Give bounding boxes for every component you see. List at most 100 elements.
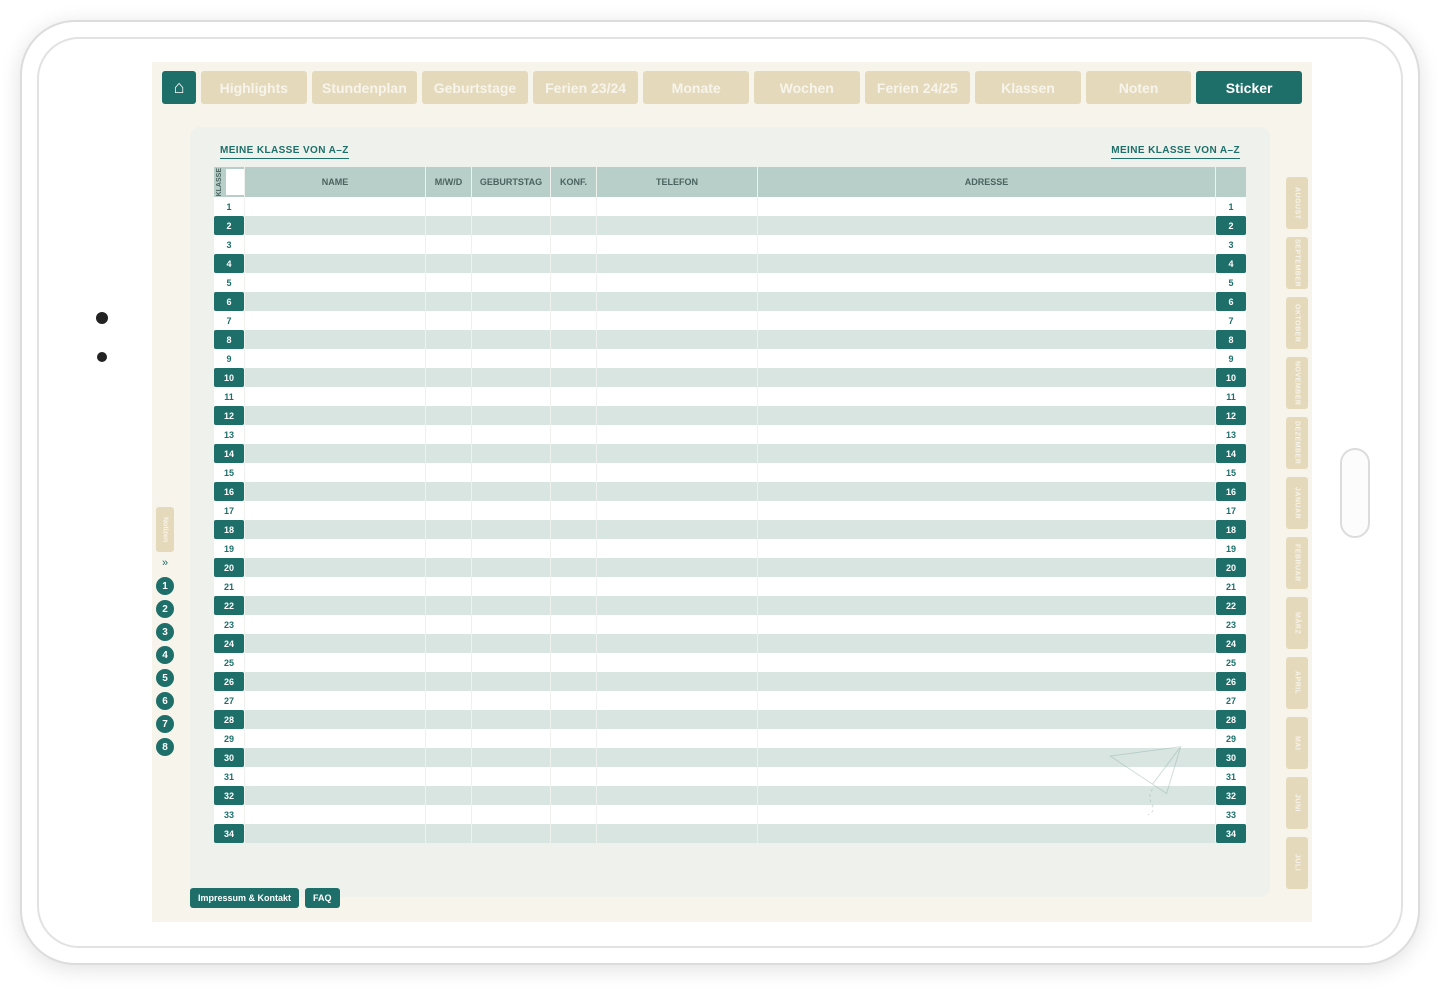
tab-monate[interactable]: Monate — [643, 71, 749, 104]
tab-klassen[interactable]: Klassen — [975, 71, 1081, 104]
table-row[interactable]: 2828 — [214, 710, 1246, 729]
month-tab-april[interactable]: APRIL — [1286, 657, 1308, 709]
class-tab-5[interactable]: 5 — [156, 669, 174, 687]
cell-konf — [551, 805, 596, 824]
month-tab-november[interactable]: NOVEMBER — [1286, 357, 1308, 409]
table-row[interactable]: 1717 — [214, 501, 1246, 520]
class-tab-8[interactable]: 8 — [156, 738, 174, 756]
table-row[interactable]: 3333 — [214, 805, 1246, 824]
table-row[interactable]: 1515 — [214, 463, 1246, 482]
cell-konf — [551, 729, 596, 748]
faq-link[interactable]: FAQ — [305, 888, 340, 908]
table-row[interactable]: 22 — [214, 216, 1246, 235]
cell-tel — [597, 311, 757, 330]
table-row[interactable]: 1111 — [214, 387, 1246, 406]
table-row[interactable]: 2424 — [214, 634, 1246, 653]
cell-mwd — [426, 615, 471, 634]
tab-noten[interactable]: Noten — [1086, 71, 1192, 104]
table-row[interactable]: 1818 — [214, 520, 1246, 539]
tab-ferien-23-24[interactable]: Ferien 23/24 — [533, 71, 639, 104]
cell-mwd — [426, 558, 471, 577]
month-tab-september[interactable]: SEPTEMBER — [1286, 237, 1308, 289]
month-tab-august[interactable]: AUGUST — [1286, 177, 1308, 229]
month-tab-dezember[interactable]: DEZEMBER — [1286, 417, 1308, 469]
tab-highlights[interactable]: Highlights — [201, 71, 307, 104]
tab-geburtstage[interactable]: Geburtstage — [422, 71, 528, 104]
cell-num-r: 10 — [1216, 368, 1246, 387]
table-row[interactable]: 1010 — [214, 368, 1246, 387]
cell-num: 18 — [214, 520, 244, 539]
cell-konf — [551, 786, 596, 805]
cell-name — [245, 691, 425, 710]
tab-ferien-24-25[interactable]: Ferien 24/25 — [865, 71, 971, 104]
class-tab-2[interactable]: 2 — [156, 600, 174, 618]
table-row[interactable]: 2323 — [214, 615, 1246, 634]
table-row[interactable]: 2626 — [214, 672, 1246, 691]
cell-num: 13 — [214, 425, 244, 444]
cell-name — [245, 311, 425, 330]
table-row[interactable]: 1313 — [214, 425, 1246, 444]
cell-num-r: 34 — [1216, 824, 1246, 843]
table-row[interactable]: 3131 — [214, 767, 1246, 786]
month-tab-januar[interactable]: JANUAR — [1286, 477, 1308, 529]
tablet-camera-dot — [96, 312, 108, 324]
month-tab-oktober[interactable]: OKTOBER — [1286, 297, 1308, 349]
table-row[interactable]: 1919 — [214, 539, 1246, 558]
table-row[interactable]: 1212 — [214, 406, 1246, 425]
table-row[interactable]: 11 — [214, 197, 1246, 216]
cell-name — [245, 805, 425, 824]
table-row[interactable]: 2929 — [214, 729, 1246, 748]
table-row[interactable]: 1616 — [214, 482, 1246, 501]
class-tab-6[interactable]: 6 — [156, 692, 174, 710]
table-row[interactable]: 88 — [214, 330, 1246, 349]
footer-links: Impressum & Kontakt FAQ — [190, 888, 340, 908]
klasse-input-box[interactable] — [226, 169, 244, 195]
cell-adr — [758, 729, 1215, 748]
table-row[interactable]: 2222 — [214, 596, 1246, 615]
tab-sticker[interactable]: Sticker — [1196, 71, 1302, 104]
class-tab-7[interactable]: 7 — [156, 715, 174, 733]
tab-wochen[interactable]: Wochen — [754, 71, 860, 104]
cell-name — [245, 330, 425, 349]
cell-geb — [472, 672, 550, 691]
cell-geb — [472, 463, 550, 482]
table-row[interactable]: 66 — [214, 292, 1246, 311]
table-row[interactable]: 99 — [214, 349, 1246, 368]
arrow-tab[interactable]: » — [156, 557, 174, 572]
table-row[interactable]: 3030 — [214, 748, 1246, 767]
table-row[interactable]: 2525 — [214, 653, 1246, 672]
notizen-tab[interactable]: Notizen — [156, 507, 174, 552]
impressum-link[interactable]: Impressum & Kontakt — [190, 888, 299, 908]
table-row[interactable]: 2727 — [214, 691, 1246, 710]
month-tab-mai[interactable]: MAI — [1286, 717, 1308, 769]
cell-num: 25 — [214, 653, 244, 672]
cell-num: 28 — [214, 710, 244, 729]
month-tab-juli[interactable]: JULI — [1286, 837, 1308, 889]
table-row[interactable]: 33 — [214, 235, 1246, 254]
cell-geb — [472, 330, 550, 349]
table-row[interactable]: 3232 — [214, 786, 1246, 805]
cell-adr — [758, 349, 1215, 368]
table-row[interactable]: 1414 — [214, 444, 1246, 463]
tab-stundenplan[interactable]: Stundenplan — [312, 71, 418, 104]
table-row[interactable]: 77 — [214, 311, 1246, 330]
class-tab-3[interactable]: 3 — [156, 623, 174, 641]
month-tab-märz[interactable]: MÄRZ — [1286, 597, 1308, 649]
cell-num-r: 23 — [1216, 615, 1246, 634]
cell-adr — [758, 216, 1215, 235]
class-tab-1[interactable]: 1 — [156, 577, 174, 595]
tablet-home-button[interactable] — [1340, 448, 1370, 538]
table-row[interactable]: 55 — [214, 273, 1246, 292]
table-row[interactable]: 2121 — [214, 577, 1246, 596]
month-tab-juni[interactable]: JUNI — [1286, 777, 1308, 829]
table-row[interactable]: 44 — [214, 254, 1246, 273]
table-row[interactable]: 3434 — [214, 824, 1246, 843]
cell-mwd — [426, 824, 471, 843]
month-tab-februar[interactable]: FEBRUAR — [1286, 537, 1308, 589]
cell-name — [245, 292, 425, 311]
cell-num: 29 — [214, 729, 244, 748]
class-tab-4[interactable]: 4 — [156, 646, 174, 664]
cell-mwd — [426, 539, 471, 558]
table-row[interactable]: 2020 — [214, 558, 1246, 577]
home-button[interactable]: ⌂ — [162, 71, 196, 104]
